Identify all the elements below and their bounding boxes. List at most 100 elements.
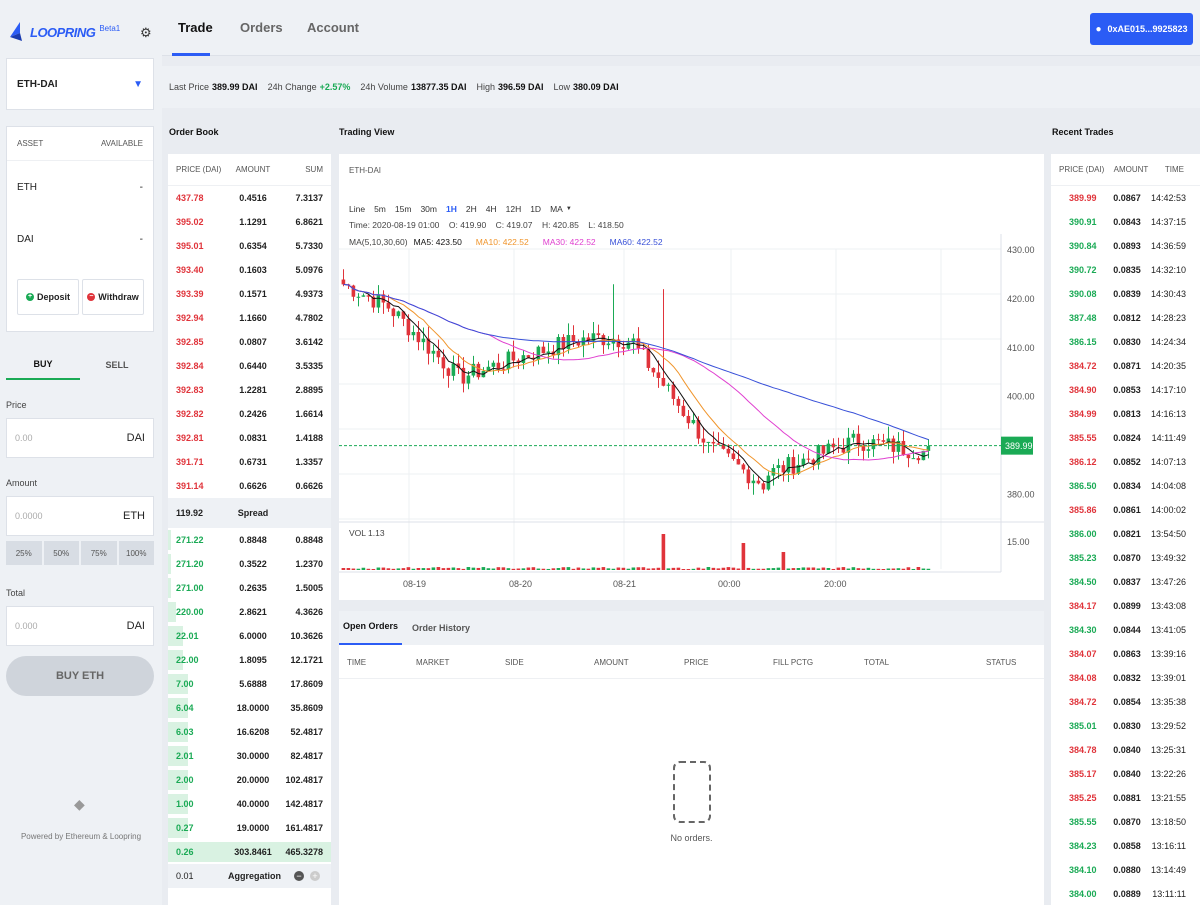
volume-bar (511, 568, 516, 570)
ask-row[interactable]: 392.84 0.6440 3.5335 (168, 354, 331, 378)
volume-bar (686, 568, 691, 570)
ask-sum: 7.3137 (295, 193, 323, 203)
buy-eth-button[interactable]: BUY ETH (6, 656, 154, 696)
volume-bar (631, 567, 636, 570)
candle-body (476, 363, 481, 378)
candle-body (466, 375, 471, 384)
bid-row[interactable]: 271.20 0.3522 1.2370 (168, 552, 331, 576)
candle-body (416, 331, 421, 343)
candle-body (606, 343, 611, 346)
bid-row[interactable]: 271.00 0.2635 1.5005 (168, 576, 331, 600)
wallet-button[interactable]: ● 0xAE015...9925823 (1090, 13, 1193, 45)
ask-amount: 0.6440 (239, 361, 267, 371)
bid-row[interactable]: 22.00 1.8095 12.1721 (168, 648, 331, 672)
trade-time: 13:49:32 (1151, 553, 1187, 563)
bid-row[interactable]: 6.04 18.0000 35.8609 (168, 696, 331, 720)
price-tick-label: 380.00 (1007, 490, 1035, 500)
trade-time: 14:17:10 (1151, 385, 1187, 395)
ask-row[interactable]: 392.82 0.2426 1.6614 (168, 402, 331, 426)
price-input[interactable]: 0.00 DAI (6, 418, 154, 458)
bid-row[interactable]: 7.00 5.6888 17.8609 (168, 672, 331, 696)
ask-row[interactable]: 393.39 0.1571 4.9373 (168, 282, 331, 306)
pct-50-button[interactable]: 50% (43, 541, 79, 565)
x-tick-label: 08-19 (403, 579, 426, 589)
tab-buy[interactable]: BUY (6, 350, 80, 380)
withdraw-label: Withdraw (98, 292, 139, 302)
pct-25-button[interactable]: 25% (6, 541, 42, 565)
tab-sell[interactable]: SELL (80, 351, 154, 379)
sidebar: LOOPRING Beta1 ⚙ ETH-DAI ▼ ASSET AVAILAB… (0, 0, 162, 905)
total-input[interactable]: 0.000 DAI (6, 606, 154, 646)
trade-row: 385.86 0.0861 14:00:02 (1051, 498, 1200, 522)
plus-icon[interactable]: + (310, 871, 320, 881)
amount-input[interactable]: 0.0000 ETH (6, 496, 154, 536)
trade-row: 384.99 0.0813 14:16:13 (1051, 402, 1200, 426)
tab-order-history[interactable]: Order History (408, 623, 474, 645)
candle-body (511, 351, 516, 361)
volume-bar (371, 568, 376, 570)
deposit-button[interactable]: + Deposit (17, 279, 79, 315)
bid-sum: 12.1721 (290, 655, 323, 665)
candle-body (776, 465, 781, 468)
bid-row[interactable]: 220.00 2.8621 4.3626 (168, 600, 331, 624)
volume-bar (661, 534, 666, 570)
wallet-address: 0xAE015...9925823 (1107, 24, 1188, 34)
volume-bar (841, 567, 846, 570)
trade-amount: 0.0812 (1113, 313, 1141, 323)
ask-row[interactable]: 392.83 1.2281 2.8895 (168, 378, 331, 402)
ask-row[interactable]: 391.71 0.6731 1.3357 (168, 450, 331, 474)
ask-row[interactable]: 395.01 0.6354 5.7330 (168, 234, 331, 258)
tab-open-orders[interactable]: Open Orders (339, 621, 403, 645)
col-amount: AMOUNT (594, 658, 629, 667)
candle-body (751, 480, 756, 484)
x-tick-label: 20:00 (824, 579, 847, 589)
chevron-down-icon: ▼ (133, 78, 143, 90)
volume-bar (916, 567, 921, 570)
empty-orders-icon (673, 761, 711, 823)
ask-row[interactable]: 393.40 0.1603 5.0976 (168, 258, 331, 282)
trade-row: 386.12 0.0852 14:07:13 (1051, 450, 1200, 474)
minus-icon[interactable]: − (294, 871, 304, 881)
ask-row[interactable]: 392.85 0.0807 3.6142 (168, 330, 331, 354)
bid-row[interactable]: 1.00 40.0000 142.4817 (168, 792, 331, 816)
candlestick-chart[interactable]: 430.00 420.00 410.00 400.00 380.00 15.00 VOL 1… (339, 154, 1044, 600)
loopring-logo[interactable]: LOOPRING Beta1 (8, 18, 138, 46)
tab-orders[interactable]: Orders (240, 0, 283, 56)
ask-row[interactable]: 391.14 0.6626 0.6626 (168, 474, 331, 498)
trade-amount: 0.0839 (1113, 289, 1141, 299)
bid-row[interactable]: 271.22 0.8848 0.8848 (168, 528, 331, 552)
x-tick-label: 00:00 (718, 579, 741, 589)
candle-body (376, 294, 381, 308)
trade-row: 385.01 0.0830 13:29:52 (1051, 714, 1200, 738)
ask-row[interactable]: 392.81 0.0831 1.4188 (168, 426, 331, 450)
volume-bar (761, 568, 766, 570)
ask-amount: 0.6731 (239, 457, 267, 467)
ask-row[interactable]: 392.94 1.1660 4.7802 (168, 306, 331, 330)
recent-trades: PRICE (DAI) AMOUNT TIME 389.99 0.0867 14:4… (1051, 154, 1200, 905)
col-sum: SUM (305, 165, 323, 174)
bid-price: 220.00 (176, 607, 204, 617)
candle-body (651, 367, 656, 373)
candle-body (506, 351, 511, 370)
bid-row[interactable]: 2.01 30.0000 82.4817 (168, 744, 331, 768)
market-selector[interactable]: ETH-DAI ▼ (6, 58, 154, 110)
tab-trade[interactable]: Trade (178, 0, 213, 56)
tab-account[interactable]: Account (307, 0, 359, 56)
bid-row[interactable]: 0.26 303.8461 465.3278 (168, 840, 331, 864)
volume-bar (691, 568, 696, 570)
price-placeholder: 0.00 (15, 433, 33, 443)
pct-75-button[interactable]: 75% (81, 541, 117, 565)
bid-row[interactable]: 0.27 19.0000 161.4817 (168, 816, 331, 840)
orders-header: TIME MARKET SIDE AMOUNT PRICE FILL PCTG … (339, 645, 1044, 679)
gear-icon[interactable]: ⚙ (140, 25, 152, 41)
pct-100-button[interactable]: 100% (118, 541, 154, 565)
bid-price: 6.03 (176, 727, 194, 737)
ask-row[interactable]: 395.02 1.1291 6.8621 (168, 210, 331, 234)
ask-row[interactable]: 437.78 0.4516 7.3137 (168, 186, 331, 210)
bid-row[interactable]: 22.01 6.0000 10.3626 (168, 624, 331, 648)
candle-body (501, 368, 506, 370)
bid-row[interactable]: 6.03 16.6208 52.4817 (168, 720, 331, 744)
bid-row[interactable]: 2.00 20.0000 102.4817 (168, 768, 331, 792)
withdraw-button[interactable]: − Withdraw (82, 279, 144, 315)
col-status: STATUS (986, 658, 1017, 667)
